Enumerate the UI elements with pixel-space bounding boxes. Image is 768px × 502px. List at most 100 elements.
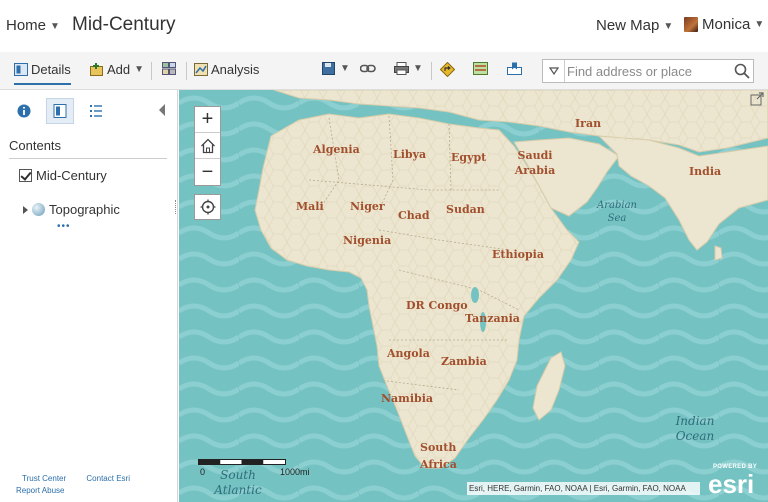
- chevron-down-icon: ▼: [663, 21, 674, 32]
- details-icon: [14, 63, 28, 76]
- chevron-down-icon: ▼: [134, 64, 145, 75]
- zoom-controls: + −: [194, 106, 221, 186]
- map-label-nigenia: Nigenia: [343, 234, 392, 247]
- layer-label: Mid-Century: [36, 168, 107, 183]
- analysis-label: Analysis: [211, 62, 260, 77]
- map-label-south-africa: South Africa: [420, 441, 457, 471]
- chevron-down-icon: ▼: [340, 63, 350, 74]
- map-label-saudi-arabia: Saudi Arabia: [514, 149, 556, 177]
- footer-links: Trust Center Contact Esri Report Abuse: [14, 473, 130, 497]
- details-label: Details: [31, 62, 71, 77]
- new-map-menu[interactable]: New Map ▼: [596, 17, 673, 34]
- contents-heading: Contents: [9, 138, 62, 153]
- expand-icon[interactable]: [23, 205, 28, 214]
- map-label-south-atlantic: South Atlantic: [214, 468, 262, 497]
- toolbar-divider: [151, 62, 152, 80]
- resize-handle[interactable]: [175, 200, 178, 214]
- map-label-ethiopia: Ethiopia: [492, 248, 544, 261]
- toolbar: Details Add ▼ Analysis ▼ ▼: [0, 52, 768, 90]
- page-title: Mid-Century: [72, 14, 176, 35]
- map-label-zambia: Zambia: [441, 355, 487, 368]
- map-label-chad: Chad: [398, 209, 430, 222]
- home-icon: [200, 138, 215, 153]
- map-label-namibia: Namibia: [381, 392, 433, 405]
- search-input[interactable]: [565, 61, 727, 81]
- map-label-mali: Mali: [296, 200, 324, 213]
- globe-icon: [32, 203, 45, 216]
- chevron-down-icon: ▼: [754, 19, 765, 30]
- lake: [471, 287, 479, 303]
- save-button[interactable]: ▼: [322, 62, 350, 75]
- layer-item[interactable]: Mid-Century: [19, 168, 107, 183]
- home-extent-button[interactable]: [195, 133, 220, 159]
- trust-center-link[interactable]: Trust Center: [22, 473, 66, 485]
- avatar: [684, 17, 698, 32]
- toolbar-divider: [431, 62, 432, 80]
- user-menu[interactable]: Monica ▼: [684, 16, 764, 33]
- basemap-label: Topographic: [49, 202, 120, 217]
- search-source-dropdown[interactable]: [543, 60, 565, 82]
- user-name: Monica: [702, 16, 751, 33]
- measure-icon: [473, 62, 488, 75]
- map-label-angola: Angola: [387, 347, 430, 360]
- map-label-libya: Libya: [393, 148, 427, 161]
- home-label: Home: [6, 17, 47, 34]
- sidebar: Contents Mid-Century Topographic ••• Tru…: [0, 90, 178, 502]
- zoom-in-button[interactable]: +: [195, 107, 220, 133]
- locate-icon: [200, 199, 215, 215]
- bookmark-icon: [507, 62, 522, 75]
- more-options-icon[interactable]: •••: [57, 221, 71, 232]
- esri-wordmark: esri: [708, 469, 755, 499]
- measure-button[interactable]: [473, 62, 491, 75]
- map-label-dr-congo: DR Congo: [406, 299, 468, 312]
- add-layer-icon: [90, 63, 103, 76]
- bookmarks-button[interactable]: [507, 62, 525, 75]
- chevron-down-icon: [548, 67, 559, 75]
- map-label-tanzania: Tanzania: [465, 312, 520, 325]
- map-label-sudan: Sudan: [446, 203, 485, 216]
- tab-about[interactable]: [10, 98, 38, 124]
- scale-end: 1000mi: [280, 467, 310, 477]
- chevron-down-icon: ▼: [50, 21, 60, 32]
- save-icon: [322, 62, 335, 75]
- share-button[interactable]: [360, 62, 379, 75]
- expand-map-icon[interactable]: [750, 92, 764, 106]
- chevron-down-icon: ▼: [413, 63, 423, 74]
- tab-legend[interactable]: [82, 98, 110, 124]
- contact-esri-link[interactable]: Contact Esri: [86, 473, 130, 485]
- tab-content[interactable]: [46, 98, 74, 124]
- map-label-niger: Niger: [350, 200, 385, 213]
- sidebar-tabs: [10, 98, 118, 124]
- layer-checkbox[interactable]: [19, 169, 32, 182]
- toolbar-divider: [186, 62, 187, 80]
- home-menu[interactable]: Home ▼: [6, 17, 60, 34]
- map-label-india: India: [689, 165, 722, 178]
- map-label-iran: Iran: [575, 117, 602, 130]
- print-button[interactable]: ▼: [394, 62, 423, 75]
- add-button[interactable]: Add ▼: [90, 62, 144, 77]
- app-header: Home ▼ Mid-Century New Map ▼ Monica ▼: [0, 0, 768, 52]
- details-button[interactable]: Details: [14, 62, 71, 85]
- directions-button[interactable]: [440, 62, 458, 77]
- map-attribution[interactable]: Esri, HERE, Garmin, FAO, NOAA | Esri, Ga…: [467, 482, 700, 495]
- search-box: [542, 59, 754, 83]
- locate-button[interactable]: [194, 194, 221, 220]
- print-icon: [394, 62, 409, 75]
- search-icon[interactable]: [734, 63, 750, 79]
- scale-zero: 0: [200, 467, 206, 477]
- zoom-out-button[interactable]: −: [195, 159, 220, 185]
- basemap-item[interactable]: Topographic: [23, 202, 120, 217]
- basemap-gallery-button[interactable]: [162, 62, 179, 75]
- esri-logo[interactable]: POWERED BY esri: [705, 464, 763, 499]
- map-label-egypt: Egypt: [451, 151, 487, 164]
- collapse-sidebar-icon[interactable]: [159, 104, 165, 116]
- land-srilanka: [714, 245, 723, 261]
- info-icon: [17, 104, 31, 118]
- scale-bar: [198, 459, 286, 465]
- analysis-button[interactable]: Analysis: [194, 62, 259, 77]
- map-label-algenia: Algenia: [313, 143, 360, 156]
- divider: [9, 158, 167, 159]
- report-abuse-link[interactable]: Report Abuse: [16, 485, 64, 497]
- new-map-label: New Map: [596, 17, 660, 34]
- map-label-indian-ocean: Indian Ocean: [675, 414, 715, 443]
